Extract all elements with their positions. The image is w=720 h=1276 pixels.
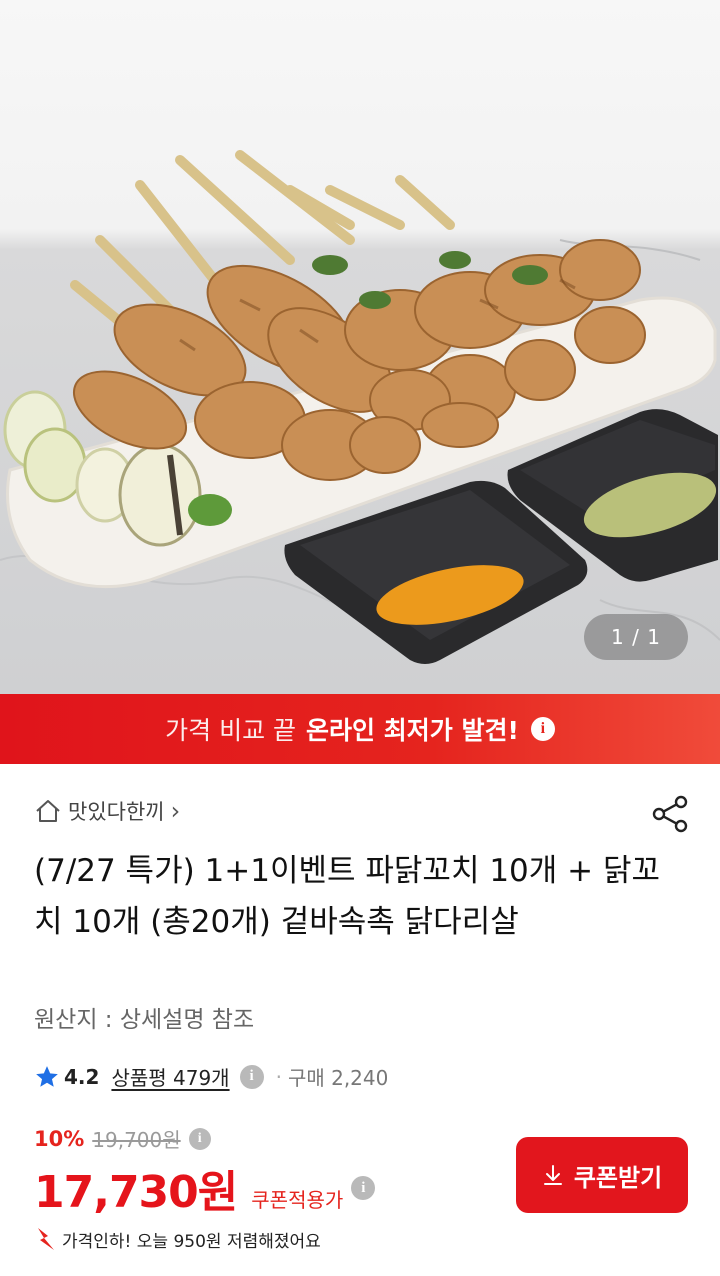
product-photo [0, 150, 720, 664]
home-icon [36, 800, 60, 822]
lowest-price-banner[interactable]: 가격 비교 끝 온라인 최저가 발견! i [0, 694, 720, 764]
product-title: (7/27 특가) 1+1이벤트 파닭꼬치 10개 + 닭꼬치 10개 (총20… [34, 853, 661, 940]
product-image[interactable]: 1 / 1 [0, 0, 720, 694]
price-drop-notice: 가격인하! 오늘 950원 저렴해졌어요 [34, 1226, 321, 1252]
store-name: 맛있다한끼 [68, 800, 165, 824]
purchase-count: 구매 2,240 [287, 1066, 389, 1090]
price-down-arrow-icon [38, 1228, 54, 1250]
download-icon [543, 1165, 562, 1185]
image-counter: 1 / 1 [584, 614, 688, 660]
banner-light-text: 가격 비교 끝 [165, 716, 297, 745]
info-icon[interactable]: i [188, 1127, 211, 1150]
rating-row: 4.2 상품평 479개 i · 구매 2,240 [34, 1062, 388, 1091]
star-icon [36, 1065, 58, 1087]
original-price: 19,700원 [92, 1128, 181, 1152]
separator-dot: · [275, 1064, 282, 1089]
final-price: 17,730원 [34, 1167, 238, 1218]
review-count-link[interactable]: 상품평 479개 [111, 1062, 229, 1091]
origin-info: 원산지 : 상세설명 참조 [34, 1007, 255, 1033]
share-icon[interactable] [650, 794, 690, 834]
banner-bold-text: 온라인 최저가 발견! [306, 716, 519, 745]
get-coupon-label: 쿠폰받기 [573, 1164, 663, 1192]
info-icon[interactable]: i [530, 717, 555, 741]
rating-score: 4.2 [64, 1064, 100, 1089]
info-icon[interactable]: i [351, 1176, 376, 1200]
get-coupon-button[interactable]: 쿠폰받기 [516, 1137, 688, 1213]
price-row: 17,730원 쿠폰적용가 i [34, 1156, 376, 1220]
store-link[interactable]: 맛있다한끼 › [34, 796, 180, 826]
coupon-price-label: 쿠폰적용가 [251, 1188, 344, 1212]
price-drop-text: 가격인하! 오늘 950원 저렴해졌어요 [62, 1231, 321, 1252]
discount-row: 10% 19,700원 i [34, 1124, 211, 1153]
discount-percent: 10% [34, 1126, 85, 1151]
chevron-right-icon: › [170, 797, 181, 825]
info-icon[interactable]: i [239, 1064, 264, 1089]
